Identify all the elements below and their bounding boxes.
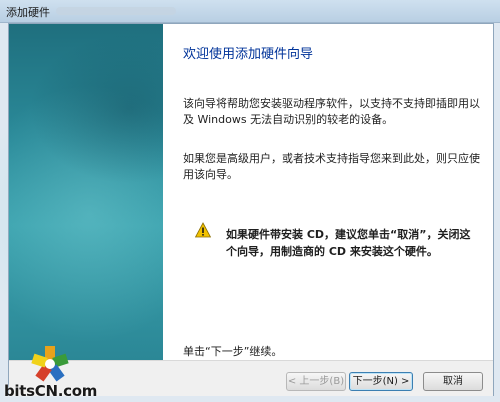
continue-hint: 单击“下一步”继续。 (183, 345, 283, 358)
back-button[interactable]: < 上一步(B) (286, 372, 346, 391)
wizard-heading: 欢迎使用添加硬件向导 (183, 47, 314, 62)
cancel-button[interactable]: 取消 (423, 372, 483, 391)
logo-star-icon (31, 346, 69, 382)
window-title: 添加硬件 (6, 6, 50, 19)
warning-icon (195, 222, 211, 238)
blurred-title-detail (56, 7, 176, 15)
advanced-user-paragraph: 如果您是高级用户，或者技术支持指导您来到此处，则只应使用该向导。 (183, 152, 480, 181)
title-bar[interactable]: 添加硬件 (0, 0, 500, 23)
logo-text: bitsCN.com (4, 382, 98, 400)
intro-paragraph: 该向导将帮助您安装驱动程序软件，以支持不支持即插即用以及 Windows 无法自… (183, 97, 480, 126)
wizard-content: 欢迎使用添加硬件向导 该向导将帮助您安装驱动程序软件，以支持不支持即插即用以及 … (163, 24, 493, 360)
site-logo: bitsCN.com (0, 344, 100, 402)
wizard-side-banner (0, 24, 229, 360)
wizard-dialog: 欢迎使用添加硬件向导 该向导将帮助您安装驱动程序软件，以支持不支持即插即用以及 … (0, 23, 494, 396)
next-button[interactable]: 下一步(N) > (349, 372, 413, 391)
install-cd-warning: 如果硬件带安装 CD，建议您单击“取消”，关闭这个向导，用制造商的 CD 来安装… (226, 228, 471, 258)
